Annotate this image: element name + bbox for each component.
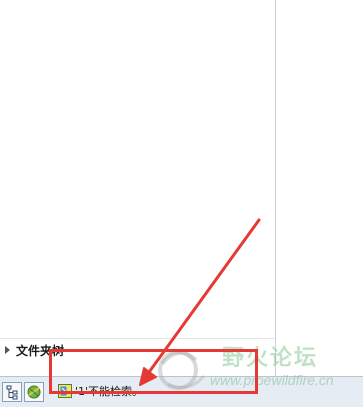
folder-tree-header[interactable]: 文件夹树 <box>0 338 275 361</box>
favorites-button[interactable] <box>24 382 44 402</box>
status-bar: '1'不能检索。 <box>0 376 363 407</box>
browser-pane <box>276 0 363 376</box>
model-tree-toggle-button[interactable] <box>2 382 22 402</box>
navigator-pane <box>0 0 275 376</box>
model-tree-icon <box>6 385 18 400</box>
status-message: '1'不能检索。 <box>58 381 143 401</box>
triangle-right-icon[interactable] <box>5 346 10 354</box>
warning-message-icon <box>58 384 72 398</box>
favorites-globe-icon <box>27 385 41 399</box>
folder-tree-label: 文件夹树 <box>16 343 65 358</box>
status-message-text: '1'不能检索。 <box>75 385 144 398</box>
